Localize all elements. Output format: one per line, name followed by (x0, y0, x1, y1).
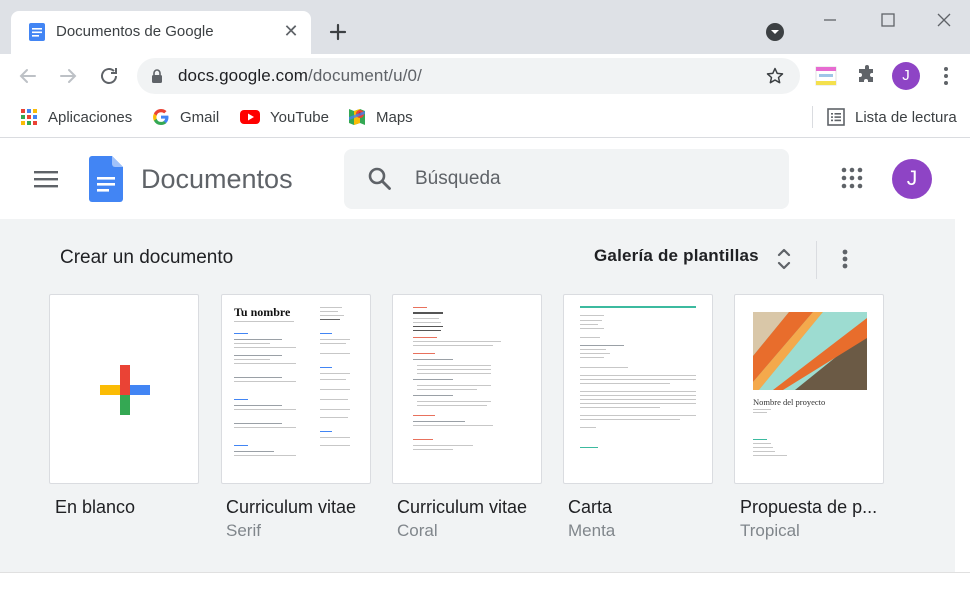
reload-icon[interactable] (97, 64, 121, 88)
reading-list-icon (827, 108, 845, 126)
tropical-artwork-icon (753, 312, 867, 390)
template-gallery-button[interactable]: Galería de plantillas (594, 246, 759, 266)
template-variant: Coral (397, 521, 438, 540)
bookmark-star-icon[interactable] (765, 66, 785, 86)
template-name[interactable]: Curriculum vitae (226, 497, 356, 518)
template-letter-mint[interactable] (563, 294, 713, 484)
search-icon[interactable] (366, 165, 394, 193)
tab-title: Documentos de Google (56, 23, 214, 40)
browser-tab[interactable]: Documentos de Google ✕ (11, 11, 311, 54)
template-cv-coral[interactable] (392, 294, 542, 484)
plus-icon (100, 365, 150, 415)
youtube-icon (240, 110, 260, 124)
url-host: docs.google.com (178, 66, 309, 85)
account-avatar[interactable]: J (892, 159, 932, 199)
reading-list-label: Lista de lectura (855, 108, 957, 126)
google-docs-logo-icon[interactable] (89, 156, 123, 202)
url-text: docs.google.com/document/u/0/ (178, 66, 422, 86)
bookmark-apps[interactable]: Aplicaciones (20, 106, 132, 128)
template-proposal-tropical[interactable]: Nombre del proyecto (734, 294, 884, 484)
chrome-profile-avatar[interactable]: J (892, 62, 920, 90)
apps-grid-icon (21, 109, 37, 125)
template-name[interactable]: Curriculum vitae (397, 497, 527, 518)
bookmark-label: Gmail (180, 108, 220, 126)
search-input[interactable]: Búsqueda (344, 149, 789, 209)
scrollbar-track[interactable] (955, 219, 970, 572)
unfold-icon[interactable] (774, 245, 794, 273)
address-bar[interactable]: docs.google.com/document/u/0/ (137, 58, 800, 94)
extension-icon[interactable] (814, 64, 838, 88)
bookmark-label: Maps (376, 108, 413, 126)
new-tab-icon[interactable] (326, 20, 350, 44)
create-document-heading: Crear un documento (60, 247, 234, 268)
google-g-icon (153, 108, 169, 125)
bookmark-youtube[interactable]: YouTube (240, 106, 329, 128)
lock-icon[interactable] (149, 68, 165, 84)
google-apps-icon[interactable] (840, 166, 864, 190)
bookmarks-bar: Aplicaciones Gmail YouTube Maps Lista de… (0, 98, 970, 138)
template-gallery: Crear un documento Galería de plantillas… (0, 219, 955, 572)
forward-icon[interactable] (56, 64, 80, 88)
bookmark-maps[interactable]: Maps (348, 106, 413, 128)
docs-header: Documentos Búsqueda J (0, 139, 970, 219)
close-tab-icon[interactable]: ✕ (281, 21, 301, 41)
document-list-area (0, 572, 970, 589)
back-icon[interactable] (16, 64, 40, 88)
bookmark-label: YouTube (270, 108, 329, 126)
main-menu-icon[interactable] (33, 168, 59, 190)
template-name[interactable]: En blanco (55, 497, 135, 518)
template-cv-serif[interactable]: Tu nombre (221, 294, 371, 484)
template-name[interactable]: Propuesta de p... (740, 497, 877, 518)
more-options-icon[interactable] (833, 245, 857, 273)
chrome-menu-icon[interactable] (934, 64, 958, 88)
extensions-puzzle-icon[interactable] (855, 64, 879, 88)
url-path: /document/u/0/ (308, 66, 422, 85)
bookmark-label: Aplicaciones (48, 108, 133, 126)
tab-strip: Documentos de Google ✕ (0, 0, 970, 54)
close-window-icon[interactable] (934, 10, 954, 30)
bookmarks-divider (812, 106, 813, 128)
maximize-icon[interactable] (878, 10, 898, 30)
gallery-divider (816, 241, 817, 279)
docs-favicon-icon (29, 23, 45, 41)
template-blank[interactable] (49, 294, 199, 484)
template-variant: Menta (568, 521, 616, 540)
bookmark-gmail[interactable]: Gmail (152, 106, 219, 128)
template-name[interactable]: Carta (568, 497, 612, 518)
template-variant: Serif (226, 521, 261, 540)
minimize-icon[interactable] (820, 10, 840, 30)
app-title[interactable]: Documentos (141, 164, 293, 195)
template-variant: Tropical (740, 521, 800, 540)
reading-list-button[interactable]: Lista de lectura (827, 106, 957, 128)
thumb-heading: Tu nombre (234, 305, 291, 319)
search-placeholder: Búsqueda (415, 168, 501, 189)
thumb-heading: Nombre del proyecto (753, 397, 826, 407)
maps-icon (349, 109, 365, 125)
tab-search-icon[interactable] (765, 22, 785, 42)
browser-toolbar: docs.google.com/document/u/0/ J (0, 54, 970, 98)
